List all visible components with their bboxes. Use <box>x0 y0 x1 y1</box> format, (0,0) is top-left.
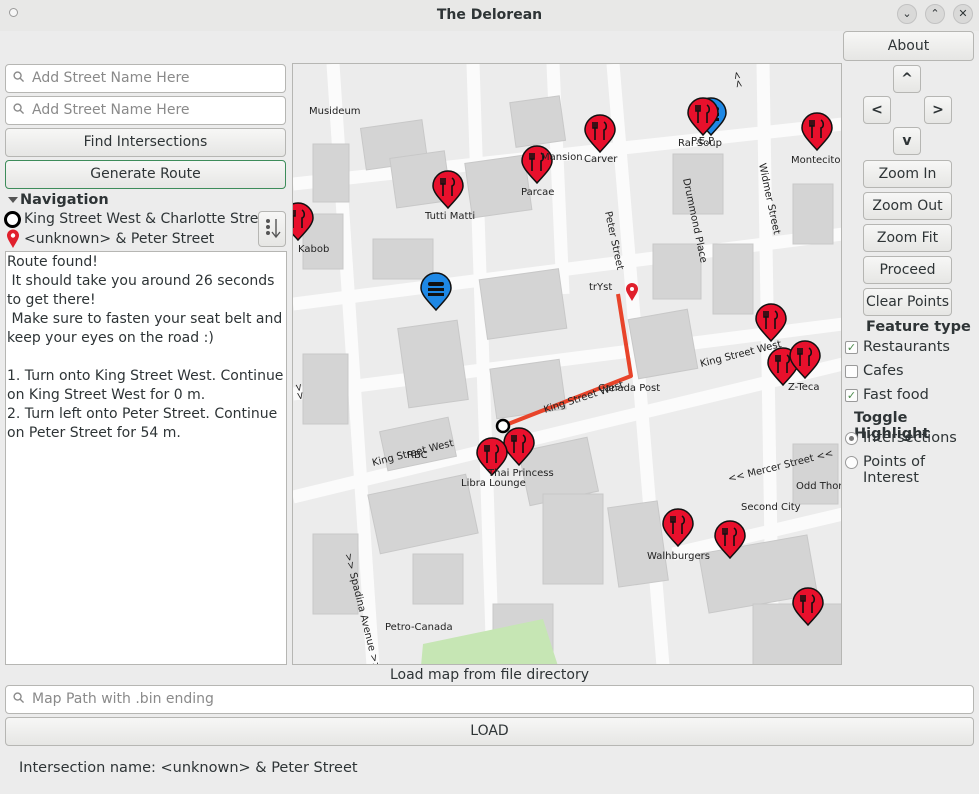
cafes-checkbox[interactable] <box>845 365 858 378</box>
search-icon <box>13 103 24 114</box>
map-label-libra-lounge: Libra Lounge <box>461 478 526 489</box>
minimize-icon[interactable]: ⌄ <box>897 4 917 24</box>
map-label-musideum: Musideum <box>309 106 361 117</box>
intersections-radio[interactable] <box>845 432 858 445</box>
clear-points-button[interactable]: Clear Points <box>863 288 952 316</box>
map-label-kabob: Kabob <box>298 244 329 255</box>
map-label-rbc: RBC <box>407 450 428 461</box>
map-path-input[interactable]: Map Path with .bin ending <box>5 685 974 714</box>
swap-icon <box>266 219 281 239</box>
maximize-icon[interactable]: ⌃ <box>925 4 945 24</box>
find-intersections-button[interactable]: Find Intersections <box>5 128 286 157</box>
title-bar: The Delorean ⌄ ⌃ ✕ <box>0 0 979 31</box>
close-icon[interactable]: ✕ <box>953 4 973 24</box>
proceed-button[interactable]: Proceed <box>863 256 952 284</box>
map-label-odd-thor: Odd Thor <box>796 481 842 492</box>
pan-down-button[interactable]: v <box>893 127 921 155</box>
map-label-petro-canada: Petro-Canada <box>385 622 453 633</box>
pan-left-button[interactable]: < <box>863 96 891 124</box>
map-label-tryst: trYst <box>589 282 612 293</box>
about-button[interactable]: About <box>843 31 974 61</box>
fast-food-label[interactable]: Fast food <box>863 387 929 403</box>
street2-placeholder: Add Street Name Here <box>32 102 190 118</box>
map-canvas[interactable]: Musideum Mansion Carver Rai Soup P.E.P M… <box>293 64 842 665</box>
fast-food-checkbox[interactable]: ✓ <box>845 389 858 402</box>
zoom-out-button[interactable]: Zoom Out <box>863 192 952 220</box>
street1-input[interactable]: Add Street Name Here <box>5 64 286 93</box>
end-point-label[interactable]: <unknown> & Peter Street <box>24 231 258 247</box>
pan-right-button[interactable]: > <box>924 96 952 124</box>
street2-input[interactable]: Add Street Name Here <box>5 96 286 125</box>
map-label-walhburgers: Walhburgers <box>647 551 710 562</box>
load-button[interactable]: LOAD <box>5 717 974 746</box>
search-icon <box>13 71 24 82</box>
end-point-icon <box>7 229 19 248</box>
cafes-label[interactable]: Cafes <box>863 363 904 379</box>
map-label-chev-left: >> <box>293 383 306 401</box>
map-view[interactable]: Musideum Mansion Carver Rai Soup P.E.P M… <box>292 63 842 665</box>
start-point-icon <box>4 211 21 228</box>
route-directions: Route found! It should take you around 2… <box>5 251 287 665</box>
intersections-label[interactable]: Intersections <box>863 430 957 446</box>
points-of-interest-radio[interactable] <box>845 456 858 469</box>
start-point-label[interactable]: King Street West & Charlotte Street <box>24 211 258 227</box>
map-label-montecito: Montecito <box>791 155 840 166</box>
points-of-interest-label[interactable]: Points of Interest <box>863 454 979 486</box>
pan-up-button[interactable]: ^ <box>893 65 921 93</box>
map-label-ztec: Z-Teca <box>788 382 820 393</box>
zoom-fit-button[interactable]: Zoom Fit <box>863 224 952 252</box>
window-title: The Delorean <box>436 7 543 23</box>
feature-type-title: Feature type <box>866 319 971 335</box>
status-bar: Intersection name: <unknown> & Peter Str… <box>19 760 358 776</box>
zoom-in-button[interactable]: Zoom In <box>863 160 952 188</box>
search-icon <box>13 692 24 703</box>
map-label-mansion: Mansion <box>541 152 583 163</box>
navigation-title: Navigation <box>20 192 109 208</box>
map-label-second-city: Second City <box>741 502 801 513</box>
restaurants-label[interactable]: Restaurants <box>863 339 950 355</box>
start-marker <box>495 418 511 434</box>
generate-route-button[interactable]: Generate Route <box>5 160 286 189</box>
map-path-placeholder: Map Path with .bin ending <box>32 691 214 707</box>
map-label-tutti-matti: Tutti Matti <box>424 211 475 222</box>
restaurants-checkbox[interactable]: ✓ <box>845 341 858 354</box>
map-label-peep: P.E.P <box>691 136 714 147</box>
map-label-parcae: Parcae <box>521 187 554 198</box>
collapse-arrow-icon[interactable] <box>8 197 18 203</box>
street1-placeholder: Add Street Name Here <box>32 70 190 86</box>
map-label-carver: Carver <box>584 154 618 165</box>
load-map-caption: Load map from file directory <box>389 667 590 683</box>
swap-points-button[interactable] <box>258 211 286 247</box>
